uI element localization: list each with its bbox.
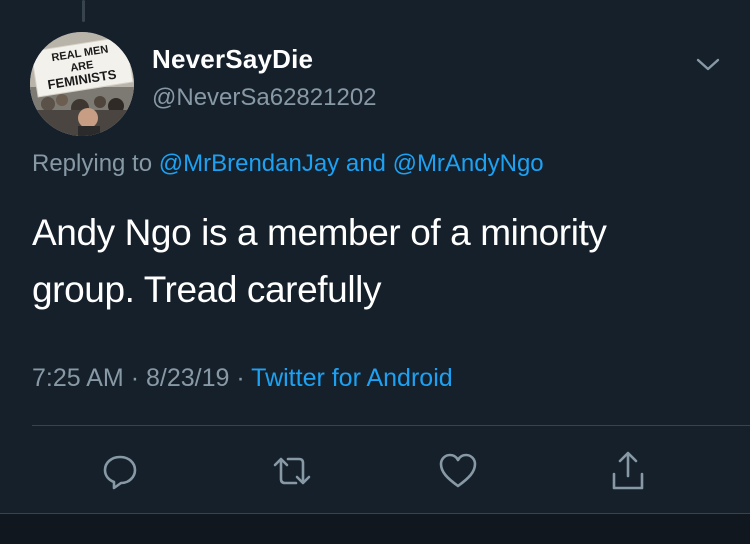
- thread-connector-line: [82, 0, 85, 22]
- share-icon: [612, 451, 644, 490]
- share-button[interactable]: [606, 449, 650, 493]
- retweet-icon: [273, 457, 311, 485]
- speech-bubble-icon: [103, 455, 137, 490]
- tweet-text: Andy Ngo is a member of a minority group…: [32, 204, 722, 318]
- action-bar: [0, 449, 750, 493]
- heart-icon: [439, 453, 477, 488]
- mention-link-1[interactable]: @MrBrendanJay: [159, 150, 339, 177]
- avatar[interactable]: REAL MEN ARE FEMINISTS: [30, 32, 134, 136]
- tweet-metadata: 7:25 AM · 8/23/19 · Twitter for Android: [32, 364, 453, 393]
- avatar-image: REAL MEN ARE FEMINISTS: [30, 32, 134, 136]
- mention-joiner: and: [345, 150, 386, 177]
- replying-to-label: Replying to: [32, 150, 153, 177]
- divider: [32, 425, 750, 426]
- chevron-down-icon[interactable]: [694, 54, 722, 74]
- tweet-text-line-2: group. Tread carefully: [32, 269, 382, 310]
- tweet-text-line-1: Andy Ngo is a member of a minority: [32, 212, 607, 253]
- meta-separator-2: ·: [236, 364, 245, 392]
- replying-to-line: Replying to @MrBrendanJay and @MrAndyNgo: [32, 150, 544, 178]
- mention-link-2[interactable]: @MrAndyNgo: [393, 150, 544, 177]
- tweet-source-link[interactable]: Twitter for Android: [251, 364, 452, 392]
- user-handle[interactable]: @NeverSa62821202: [152, 84, 377, 112]
- tweet-time: 7:25 AM: [32, 364, 124, 392]
- next-tweet-edge: [0, 514, 750, 544]
- tweet-date: 8/23/19: [145, 364, 230, 392]
- retweet-button[interactable]: [270, 449, 314, 493]
- display-name[interactable]: NeverSayDie: [152, 44, 313, 75]
- meta-separator-1: ·: [130, 364, 140, 392]
- reply-button[interactable]: [98, 449, 142, 493]
- like-button[interactable]: [436, 449, 480, 493]
